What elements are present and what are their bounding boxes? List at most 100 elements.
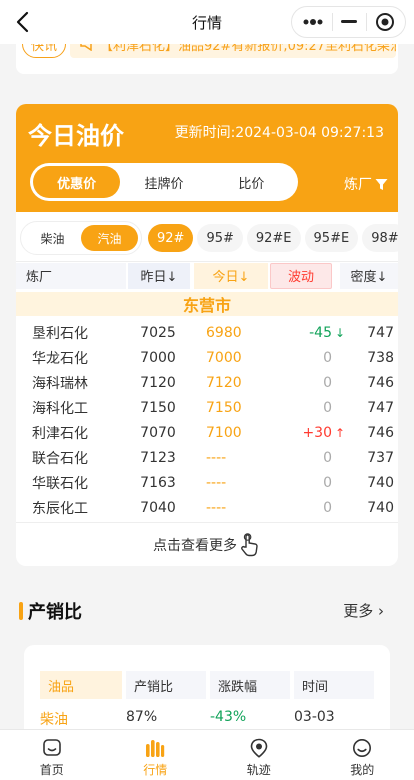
density-value: 747 xyxy=(367,324,394,341)
today-price: ---- xyxy=(206,499,227,516)
refinery-name: 华联石化 xyxy=(32,475,88,492)
price-card-header: 今日油价 更新时间:2024-03-04 09:27:13 优惠价 挂牌价 比价… xyxy=(16,104,398,212)
ratio-col-change: 涨跌幅 xyxy=(210,671,290,699)
price-change: 0 xyxy=(323,374,332,391)
ratio-col-product: 油品 xyxy=(40,671,122,699)
city-group-header: 东营市 xyxy=(16,292,398,316)
today-price: ---- xyxy=(206,474,227,491)
tab-compare-price[interactable]: 比价 xyxy=(208,166,295,198)
yesterday-price: 7163 xyxy=(140,474,176,491)
bottom-tabbar: 首页 行情 轨迹 我的 xyxy=(0,729,414,780)
market-bars-icon xyxy=(146,740,165,757)
refinery-name: 海科瑞林 xyxy=(32,375,88,392)
back-arrow-icon[interactable] xyxy=(12,9,34,35)
price-change: 0 xyxy=(323,474,332,491)
price-change: +30 xyxy=(302,424,332,441)
price-row[interactable]: 联合石化 7123 ---- 0 737 xyxy=(16,445,398,470)
col-yesterday-sort[interactable]: 昨日↓ xyxy=(128,262,190,289)
fuel-option-gasoline[interactable]: 汽油 xyxy=(81,225,138,251)
grade-selector: 92# 95# 92#E 95#E 98# xyxy=(148,224,398,252)
today-price: 7000 xyxy=(206,349,242,366)
price-table-body: 垦利石化 7025 6980 -45 ↓ 747 华龙石化 7000 7000 0 738 海科瑞林 7… xyxy=(16,320,398,520)
price-table-header: 炼厂 昨日↓ 今日↓ 波动 密度↓ xyxy=(16,261,398,289)
ratio-col-ratio: 产销比 xyxy=(126,671,206,699)
minimize-icon[interactable] xyxy=(341,20,358,24)
refinery-filter-button[interactable]: 炼厂 xyxy=(344,174,388,194)
ratio-cell-date: 03-03 xyxy=(294,709,335,725)
tabbar-mine-label: 我的 xyxy=(350,763,375,777)
grade-92[interactable]: 92# xyxy=(148,224,194,252)
price-row[interactable]: 华联石化 7163 ---- 0 740 xyxy=(16,470,398,495)
capsule-divider xyxy=(332,13,334,31)
tabbar-market-label: 行情 xyxy=(143,763,168,777)
yesterday-price: 7070 xyxy=(140,424,176,441)
profile-smile-icon xyxy=(353,739,372,757)
oil-price-card: 今日油价 更新时间:2024-03-04 09:27:13 优惠价 挂牌价 比价… xyxy=(16,104,398,566)
view-more-button[interactable]: 点击查看更多 xyxy=(16,522,398,566)
filter-label: 炼厂 xyxy=(344,177,372,193)
density-value: 747 xyxy=(367,399,394,416)
refinery-name: 海科化工 xyxy=(32,400,88,417)
col-refinery: 炼厂 xyxy=(16,262,126,289)
density-value: 746 xyxy=(367,374,394,391)
grade-92e[interactable]: 92#E xyxy=(246,224,301,252)
today-price: 7120 xyxy=(206,374,242,391)
tabbar-track[interactable]: 轨迹 xyxy=(207,730,311,780)
price-change: 0 xyxy=(323,499,332,516)
chevron-right-icon: › xyxy=(378,602,384,620)
price-row[interactable]: 垦利石化 7025 6980 -45 ↓ 747 xyxy=(16,320,398,345)
ratio-title: 产销比 xyxy=(28,602,82,623)
grade-95e[interactable]: 95#E xyxy=(304,224,359,252)
ratio-section-header: 产销比 更多 › xyxy=(16,598,398,626)
tab-listed-price[interactable]: 挂牌价 xyxy=(120,166,207,198)
fuel-type-switch: 柴油 汽油 xyxy=(20,221,142,255)
ratio-cell-change: -43% xyxy=(210,709,247,725)
ratio-more-link[interactable]: 更多 › xyxy=(343,600,384,621)
today-price: ---- xyxy=(206,449,227,466)
close-circle-icon[interactable] xyxy=(375,12,395,32)
ratio-more-label: 更多 xyxy=(343,602,374,620)
page-title: 行情 xyxy=(191,13,222,32)
tabbar-home[interactable]: 首页 xyxy=(0,730,104,780)
density-value: 737 xyxy=(367,449,394,466)
density-value: 746 xyxy=(367,424,394,441)
price-change: 0 xyxy=(323,449,332,466)
hand-pointer-icon xyxy=(241,532,258,556)
tabbar-market[interactable]: 行情 xyxy=(104,730,208,780)
tabbar-mine[interactable]: 我的 xyxy=(311,730,414,780)
tab-discount-price[interactable]: 优惠价 xyxy=(33,166,121,198)
home-icon xyxy=(42,739,61,756)
track-pin-icon xyxy=(250,738,268,758)
price-row[interactable]: 华龙石化 7000 7000 0 738 xyxy=(16,345,398,370)
price-row[interactable]: 海科化工 7150 7150 0 747 xyxy=(16,395,398,420)
today-price: 6980 xyxy=(206,324,242,341)
density-value: 738 xyxy=(367,349,394,366)
refinery-name: 利津石化 xyxy=(32,425,88,442)
section-accent-bar xyxy=(19,602,23,620)
price-row[interactable]: 海科瑞林 7120 7120 0 746 xyxy=(16,370,398,395)
yesterday-price: 7040 xyxy=(140,499,176,516)
col-change[interactable]: 波动 xyxy=(270,262,332,289)
price-row[interactable]: 利津石化 7070 7100 +30 ↑ 746 xyxy=(16,420,398,445)
price-change: -45 xyxy=(309,324,332,341)
grade-95[interactable]: 95# xyxy=(197,224,243,252)
price-type-tabs: 优惠价 挂牌价 比价 xyxy=(30,163,298,201)
ratio-cell-product: 柴油 xyxy=(40,712,68,728)
yesterday-price: 7123 xyxy=(140,449,176,466)
grade-98[interactable]: 98# xyxy=(362,224,398,252)
yesterday-price: 7120 xyxy=(140,374,176,391)
tabbar-track-label: 轨迹 xyxy=(246,763,271,777)
density-value: 740 xyxy=(367,499,394,516)
change-arrow-icon: ↑ xyxy=(334,425,346,440)
more-dots-icon[interactable] xyxy=(302,18,324,26)
price-row[interactable]: 东辰化工 7040 ---- 0 740 xyxy=(16,495,398,520)
col-today-sort[interactable]: 今日↓ xyxy=(194,262,268,289)
refinery-name: 华龙石化 xyxy=(32,350,88,367)
col-density-sort[interactable]: 密度↓ xyxy=(340,262,398,289)
price-card-title: 今日油价 xyxy=(28,122,124,150)
ratio-cell-ratio: 87% xyxy=(126,709,158,725)
yesterday-price: 7150 xyxy=(140,399,176,416)
refinery-name: 垦利石化 xyxy=(32,325,88,342)
price-change: 0 xyxy=(323,399,332,416)
fuel-option-diesel[interactable]: 柴油 xyxy=(24,225,81,251)
